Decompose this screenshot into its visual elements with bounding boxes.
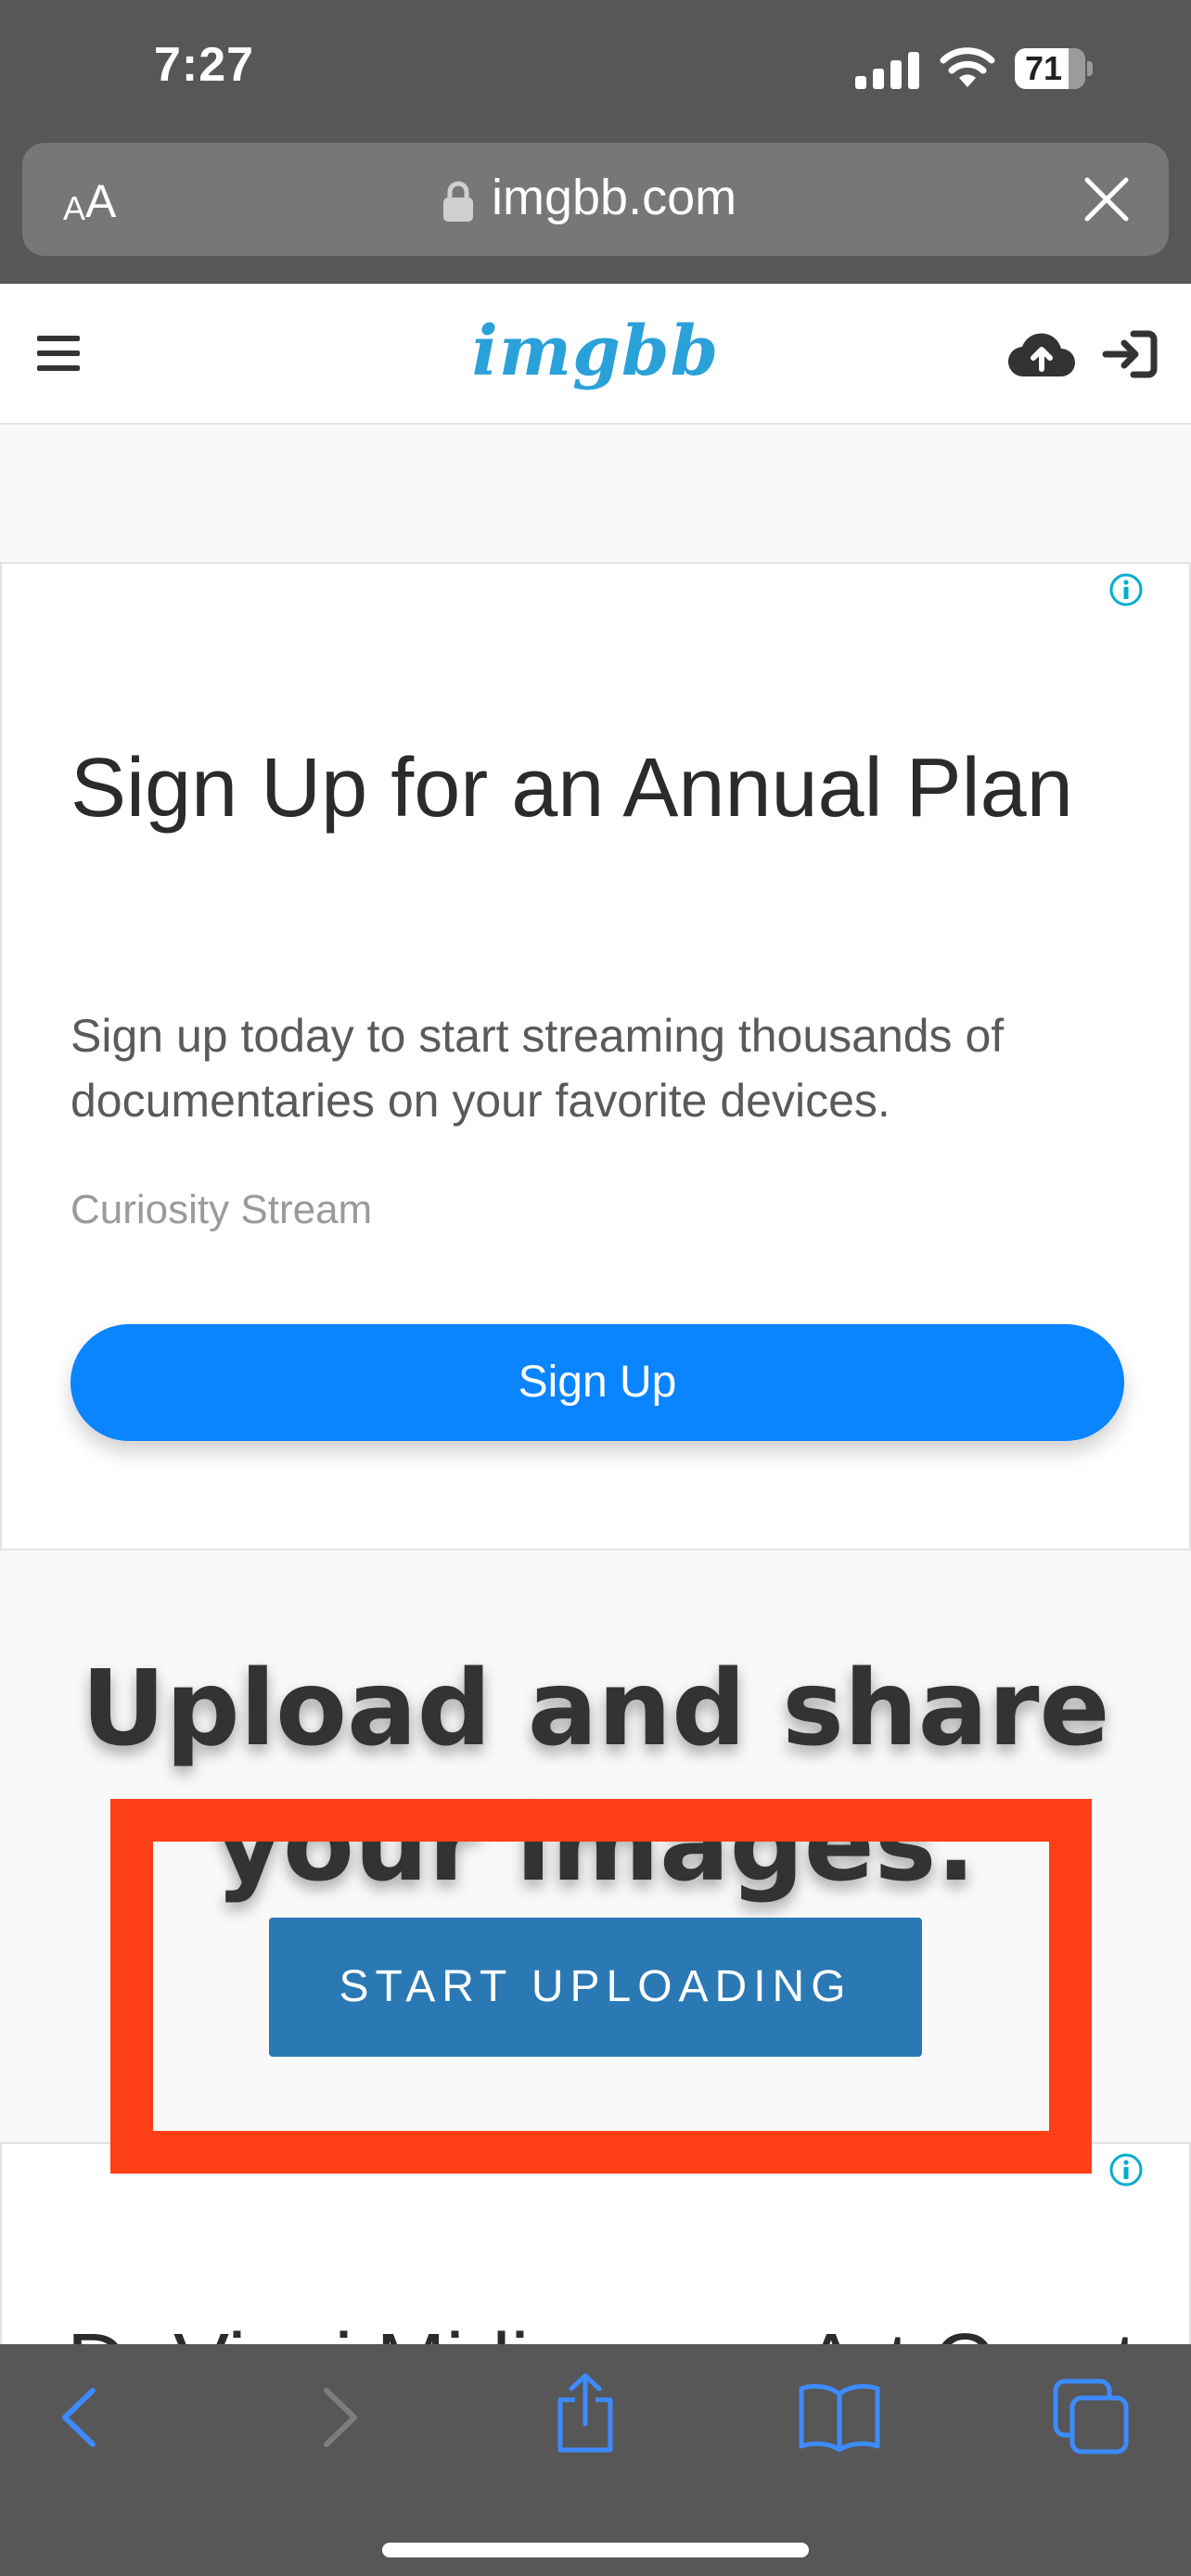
tabs-icon[interactable] [1052, 2378, 1130, 2455]
annotation-highlight-box [110, 1799, 1092, 2174]
lock-icon [443, 181, 473, 222]
ad-info-icon[interactable] [1108, 2151, 1145, 2188]
ad-title: Sign Up for an Annual Plan [70, 742, 1073, 835]
ad-sign-up-button[interactable]: Sign Up [70, 1324, 1124, 1441]
ad-description: Sign up today to start streaming thousan… [70, 1010, 1005, 1127]
ad-info-icon[interactable] [1108, 571, 1145, 608]
address-bar[interactable]: AA imgbb.com [22, 143, 1169, 256]
ad-advertiser: Curiosity Stream [70, 1187, 373, 1232]
cellular-signal-icon [855, 52, 919, 89]
browser-toolbar [0, 2344, 1191, 2576]
sign-in-icon[interactable] [1102, 328, 1158, 380]
battery-level: 71 [1024, 49, 1063, 87]
forward-icon[interactable] [312, 2385, 367, 2450]
close-icon[interactable] [1082, 174, 1132, 224]
back-icon[interactable] [52, 2385, 108, 2450]
status-time: 7:27 [154, 38, 255, 92]
battery-icon: 71 [1015, 48, 1093, 89]
site-header: imgbb [0, 284, 1191, 425]
wifi-icon [940, 47, 995, 87]
browser-chrome-top: 7:27 71 AA imgbb.com [0, 0, 1191, 284]
url-text: imgbb.com [492, 170, 737, 225]
home-indicator [382, 2543, 809, 2557]
upload-cloud-icon[interactable] [1007, 328, 1076, 380]
advertisement-card[interactable]: Sign Up for an Annual Plan Sign up today… [0, 562, 1191, 1550]
reader-settings-button[interactable]: AA [63, 171, 116, 228]
share-icon[interactable] [553, 2372, 618, 2455]
bookmarks-icon[interactable] [798, 2381, 881, 2452]
